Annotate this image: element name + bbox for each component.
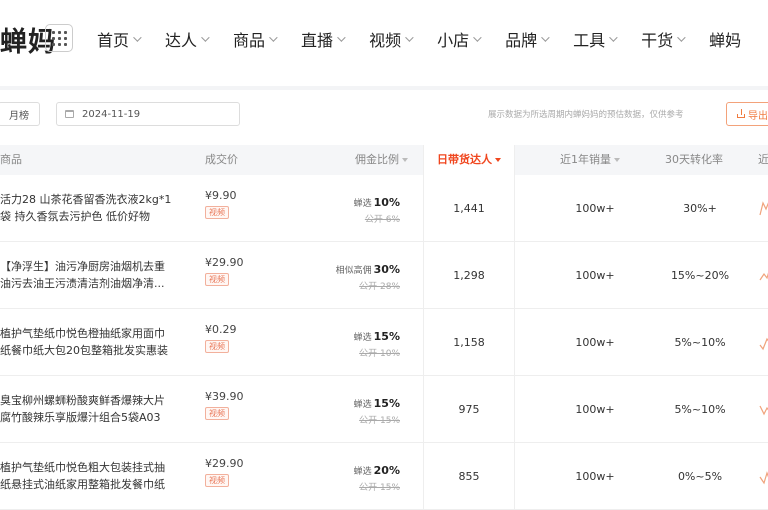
product-name[interactable]: 臭宝柳州螺蛳粉酸爽鲜香爆辣大片 腐竹酸辣乐享版爆汁组合5袋A03 <box>0 392 188 426</box>
top-navigation: 蝉妈 首页 达人 商品 直播 视频 小店 品牌 工具 干货 蝉妈 <box>0 0 768 82</box>
period-button[interactable]: 月榜 <box>0 102 40 126</box>
chevron-down-icon <box>201 33 210 42</box>
column-commission[interactable]: 佣金比例 <box>355 145 408 175</box>
trend-sparkline[interactable] <box>758 264 768 284</box>
nav-item-tools[interactable]: 工具 <box>573 26 618 52</box>
trend-sparkline[interactable] <box>758 197 768 217</box>
apps-grid-icon[interactable] <box>45 24 73 52</box>
commission-cell: 蝉选 10% 公开 6% <box>353 196 400 225</box>
product-name[interactable]: 植护气垫纸巾悦色粗大包装挂式抽 纸悬挂式油纸家用整箱批发餐巾纸 <box>0 459 188 493</box>
trend-sparkline[interactable] <box>758 398 768 418</box>
chevron-down-icon <box>541 33 550 42</box>
commission-cell: 蝉选 15% 公开 15% <box>353 397 400 426</box>
conversion-cell: 0%~5% <box>677 470 723 483</box>
column-sales[interactable]: 近1年销量 <box>560 145 620 175</box>
export-icon <box>737 109 745 118</box>
sales-cell: 100w+ <box>575 202 615 215</box>
table-row[interactable]: 植护气垫纸巾悦色橙抽纸家用面巾 纸餐巾纸大包20包整箱批发实惠装 ¥0.29 视… <box>0 309 768 376</box>
nav-item-creators[interactable]: 达人 <box>165 26 210 52</box>
nav-item-articles[interactable]: 干货 <box>641 26 686 52</box>
calendar-icon <box>65 110 74 118</box>
table-header: 商品 成交价 佣金比例 日带货达人 近1年销量 30天转化率 近 <box>0 145 768 175</box>
video-tag: 视频 <box>205 340 229 353</box>
table-row[interactable]: 臭宝柳州螺蛳粉酸爽鲜香爆辣大片 腐竹酸辣乐享版爆汁组合5袋A03 ¥39.90 … <box>0 376 768 443</box>
date-value: 2024-11-19 <box>82 108 141 120</box>
chevron-down-icon <box>677 33 686 42</box>
column-daily-creators[interactable]: 日带货达人 <box>423 145 515 175</box>
creators-cell: 1,298 <box>453 269 485 282</box>
export-button[interactable]: 导出 <box>726 102 768 126</box>
column-price: 成交价 <box>205 153 238 166</box>
table-row[interactable]: 【净浮生】油污净厨房油烟机去重 油污去油王污渍清洁剂油烟净清... ¥29.90… <box>0 242 768 309</box>
table-row[interactable]: 活力28 山茶花香留香洗衣液2kg*1 袋 持久香氛去污护色 低价好物 ¥9.9… <box>0 175 768 242</box>
data-notice: 展示数据为所选周期内蝉妈妈的预估数据，仅供参考 <box>488 110 684 120</box>
sort-icon <box>614 158 620 162</box>
sales-cell: 100w+ <box>575 403 615 416</box>
commission-cell: 蝉选 20% 公开 15% <box>353 464 400 493</box>
creators-cell: 855 <box>458 470 480 483</box>
column-product: 商品 <box>0 153 22 166</box>
product-name[interactable]: 活力28 山茶花香留香洗衣液2kg*1 袋 持久香氛去污护色 低价好物 <box>0 191 188 225</box>
price-cell: ¥39.90 视频 <box>205 390 244 420</box>
nav-item-chanmama[interactable]: 蝉妈 <box>709 26 741 52</box>
nav-item-products[interactable]: 商品 <box>233 26 278 52</box>
price-cell: ¥29.90 视频 <box>205 256 244 286</box>
video-tag: 视频 <box>205 206 229 219</box>
sales-cell: 100w+ <box>575 269 615 282</box>
product-name[interactable]: 【净浮生】油污净厨房油烟机去重 油污去油王污渍清洁剂油烟净清... <box>0 258 188 292</box>
chevron-down-icon <box>405 33 414 42</box>
date-picker[interactable]: 2024-11-19 <box>56 102 240 126</box>
video-tag: 视频 <box>205 273 229 286</box>
creators-cell: 1,158 <box>453 336 485 349</box>
chevron-down-icon <box>337 33 346 42</box>
price-cell: ¥9.90 视频 <box>205 189 237 219</box>
commission-cell: 蝉选 15% 公开 10% <box>353 330 400 359</box>
nav-item-brand[interactable]: 品牌 <box>505 26 550 52</box>
sort-icon <box>402 158 408 162</box>
conversion-cell: 15%~20% <box>670 269 730 282</box>
chevron-down-icon <box>269 33 278 42</box>
price-cell: ¥29.90 视频 <box>205 457 244 487</box>
nav-item-home[interactable]: 首页 <box>97 26 142 52</box>
product-name[interactable]: 植护气垫纸巾悦色橙抽纸家用面巾 纸餐巾纸大包20包整箱批发实惠装 <box>0 325 188 359</box>
chevron-down-icon <box>609 33 618 42</box>
conversion-cell: 5%~10% <box>674 403 726 416</box>
column-conversion: 30天转化率 <box>665 153 723 166</box>
conversion-cell: 5%~10% <box>674 336 726 349</box>
creators-cell: 1,441 <box>453 202 485 215</box>
chevron-down-icon <box>133 33 142 42</box>
nav-item-video[interactable]: 视频 <box>369 26 414 52</box>
column-trend: 近 <box>758 153 768 166</box>
main-nav: 首页 达人 商品 直播 视频 小店 品牌 工具 干货 蝉妈 <box>97 26 767 52</box>
trend-sparkline[interactable] <box>758 465 768 485</box>
conversion-cell: 30%+ <box>683 202 717 215</box>
video-tag: 视频 <box>205 407 229 420</box>
price-cell: ¥0.29 视频 <box>205 323 237 353</box>
sales-cell: 100w+ <box>575 336 615 349</box>
sales-cell: 100w+ <box>575 470 615 483</box>
nav-item-shop[interactable]: 小店 <box>437 26 482 52</box>
header-divider <box>0 86 768 90</box>
export-label: 导出 <box>748 110 768 122</box>
sort-icon <box>495 158 501 162</box>
video-tag: 视频 <box>205 474 229 487</box>
table-row[interactable]: 植护气垫纸巾悦色粗大包装挂式抽 纸悬挂式油纸家用整箱批发餐巾纸 ¥29.90 视… <box>0 443 768 510</box>
nav-item-live[interactable]: 直播 <box>301 26 346 52</box>
trend-sparkline[interactable] <box>758 331 768 351</box>
creators-cell: 975 <box>458 403 480 416</box>
chevron-down-icon <box>473 33 482 42</box>
commission-cell: 相似高佣 30% 公开 28% <box>335 263 400 292</box>
